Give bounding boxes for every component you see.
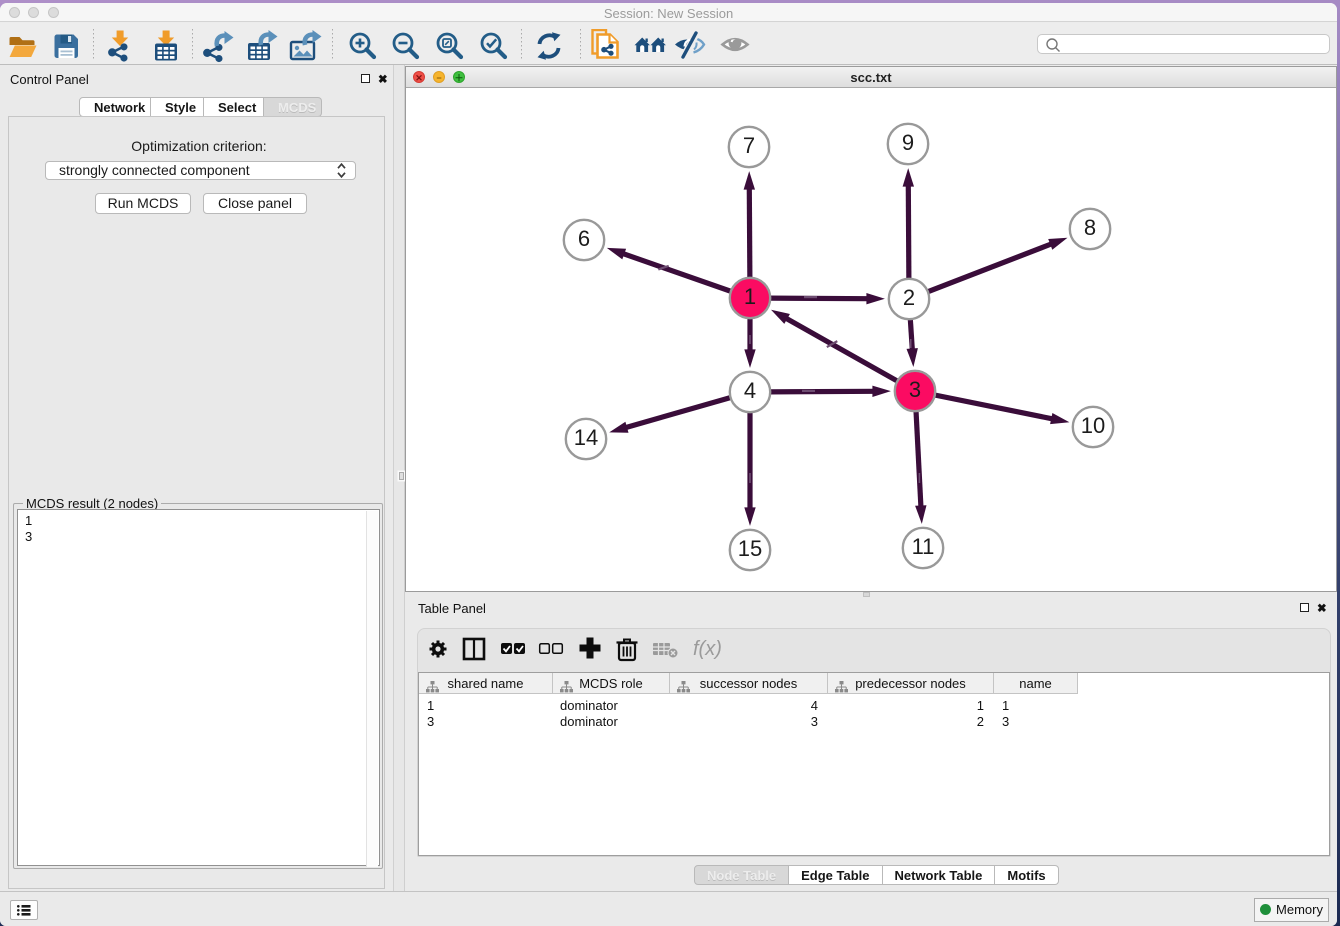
svg-text:14: 14 — [574, 425, 598, 450]
svg-text:3: 3 — [909, 377, 921, 402]
svg-text:15: 15 — [738, 536, 762, 561]
svg-text:6: 6 — [578, 226, 590, 251]
svg-text:1: 1 — [744, 284, 756, 309]
svg-text:2: 2 — [903, 285, 915, 310]
svg-text:9: 9 — [902, 130, 914, 155]
svg-text:10: 10 — [1081, 413, 1105, 438]
svg-text:4: 4 — [744, 378, 756, 403]
svg-text:11: 11 — [912, 534, 935, 559]
svg-text:8: 8 — [1084, 215, 1096, 240]
svg-text:7: 7 — [743, 133, 755, 158]
svg-text:f(x): f(x) — [693, 638, 722, 660]
